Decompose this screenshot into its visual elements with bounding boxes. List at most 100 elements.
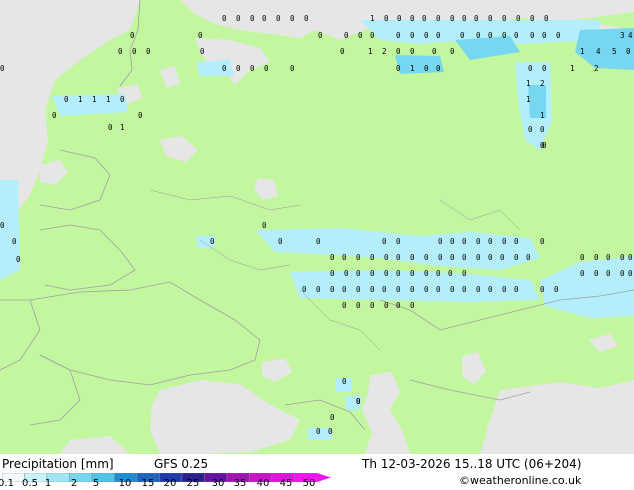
grid-value-label: 0 xyxy=(0,221,5,230)
grid-value-label: 0 xyxy=(542,141,547,150)
grid-value-label: 0 xyxy=(476,237,481,246)
grid-value-label: 0 xyxy=(450,47,455,56)
grid-value-label: 0 xyxy=(304,14,309,23)
grid-value-label: 0 xyxy=(606,269,611,278)
grid-value-label: 0 xyxy=(436,269,441,278)
grid-value-label: 1 xyxy=(92,95,97,104)
grid-value-label: 5 xyxy=(612,47,617,56)
grid-value-label: 0 xyxy=(502,31,507,40)
legend-label: 5 xyxy=(92,478,100,489)
grid-value-label: 0 xyxy=(370,285,375,294)
grid-value-label: 0 xyxy=(476,253,481,262)
grid-value-label: 0 xyxy=(358,31,363,40)
grid-value-label: 0 xyxy=(290,14,295,23)
grid-value-label: 0 xyxy=(450,14,455,23)
precip-white-sea xyxy=(196,60,234,76)
grid-value-label: 0 xyxy=(384,14,389,23)
grid-value-label: 0 xyxy=(396,285,401,294)
legend-label: 2 xyxy=(70,478,78,489)
grid-value-label: 0 xyxy=(514,285,519,294)
grid-value-label: 0 xyxy=(542,31,547,40)
grid-value-label: 0 xyxy=(410,301,415,310)
grid-value-label: 2 xyxy=(594,64,599,73)
grid-value-label: 0 xyxy=(330,285,335,294)
grid-value-label: 0 xyxy=(384,253,389,262)
grid-value-label: 0 xyxy=(342,253,347,262)
grid-value-label: 0 xyxy=(488,285,493,294)
grid-value-label: 0 xyxy=(436,285,441,294)
grid-value-label: 0 xyxy=(628,269,633,278)
legend-label: 45 xyxy=(279,478,293,489)
grid-value-label: 0 xyxy=(16,255,21,264)
grid-value-label: 0 xyxy=(356,397,361,406)
legend-label: 40 xyxy=(256,478,270,489)
grid-value-label: 0 xyxy=(436,31,441,40)
grid-value-label: 0 xyxy=(488,14,493,23)
grid-value-label: 0 xyxy=(316,427,321,436)
grid-value-label: 0 xyxy=(424,253,429,262)
grid-value-label: 0 xyxy=(264,64,269,73)
grid-value-label: 0 xyxy=(514,253,519,262)
grid-value-label: 0 xyxy=(262,221,267,230)
grid-value-label: 3 xyxy=(620,31,625,40)
grid-value-label: 0 xyxy=(628,253,633,262)
grid-value-label: 0 xyxy=(462,269,467,278)
grid-value-label: 0 xyxy=(594,253,599,262)
grid-value-label: 0 xyxy=(146,47,151,56)
grid-value-label: 0 xyxy=(530,14,535,23)
map-canvas: 0 0 0 0 0 0 0 1 0 0 0 0 0 0 0 0 0 0 0 0 00 0 0 0 0 0 0 0 0 0 0 0 0 0 0 0 0 0 3… xyxy=(0,0,634,454)
map-title: Precipitation [mm] xyxy=(2,457,114,471)
grid-value-label: 0 xyxy=(620,253,625,262)
grid-value-label: 0 xyxy=(278,237,283,246)
grid-value-label: 0 xyxy=(356,301,361,310)
grid-value-label: 4 xyxy=(628,31,633,40)
grid-value-label: 0 xyxy=(528,64,533,73)
grid-value-label: 0 xyxy=(52,111,57,120)
grid-value-label: 0 xyxy=(410,14,415,23)
grid-value-label: 0 xyxy=(594,269,599,278)
grid-value-label: 0 xyxy=(330,253,335,262)
grid-value-label: 0 xyxy=(138,111,143,120)
grid-value-label: 0 xyxy=(620,269,625,278)
grid-value-label: 0 xyxy=(222,64,227,73)
grid-value-label: 0 xyxy=(396,269,401,278)
grid-value-label: 0 xyxy=(462,14,467,23)
east-grey xyxy=(480,380,634,454)
grid-value-label: 0 xyxy=(290,64,295,73)
grid-value-label: 0 xyxy=(540,125,545,134)
legend-label: 0.1 xyxy=(0,478,14,489)
grid-value-label: 0 xyxy=(316,237,321,246)
grid-value-label: 0 xyxy=(64,95,69,104)
grid-value-label: 0 xyxy=(526,253,531,262)
grid-value-label: 0 xyxy=(382,285,387,294)
grid-value-label: 0 xyxy=(502,14,507,23)
credit-link[interactable]: ©weatheronline.co.uk xyxy=(459,474,581,488)
grid-value-label: 0 xyxy=(330,413,335,422)
legend-label: 25 xyxy=(186,478,200,489)
grid-value-label: 0 xyxy=(370,269,375,278)
grid-value-label: 1 xyxy=(370,14,375,23)
grid-value-label: 0 xyxy=(396,301,401,310)
grid-value-label: 0 xyxy=(462,237,467,246)
legend-label: 10 xyxy=(118,478,132,489)
legend-label: 50 xyxy=(302,478,316,489)
grid-value-label: 1 xyxy=(526,79,531,88)
grid-value-label: 0 xyxy=(410,31,415,40)
grid-value-label: 0 xyxy=(514,31,519,40)
grid-value-label: 0 xyxy=(222,14,227,23)
legend-label: 0.5 xyxy=(22,478,38,489)
legend-label: 15 xyxy=(141,478,155,489)
grid-value-label: 1 xyxy=(580,47,585,56)
grid-value-label: 1 xyxy=(78,95,83,104)
grid-value-label: 4 xyxy=(596,47,601,56)
grid-value-label: 0 xyxy=(250,64,255,73)
grid-value-label: 0 xyxy=(540,285,545,294)
grid-value-label: 0 xyxy=(316,285,321,294)
grid-value-label: 0 xyxy=(410,253,415,262)
grid-value-label: 0 xyxy=(0,64,5,73)
grid-value-label: 0 xyxy=(276,14,281,23)
grid-value-label: 1 xyxy=(368,47,373,56)
grid-value-label: 0 xyxy=(396,31,401,40)
grid-value-label: 0 xyxy=(396,237,401,246)
grid-value-label: 0 xyxy=(488,31,493,40)
